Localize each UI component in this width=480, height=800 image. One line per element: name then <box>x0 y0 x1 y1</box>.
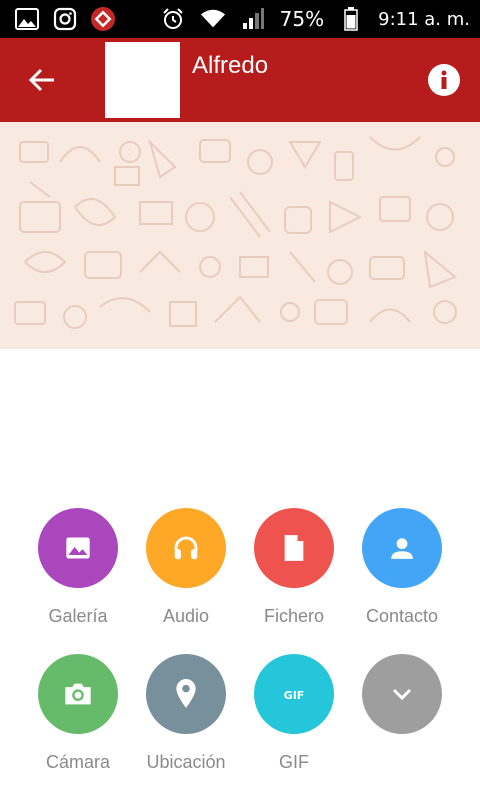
signal-icon <box>240 6 266 32</box>
file-icon <box>284 535 304 561</box>
arrow-left-icon <box>28 68 54 92</box>
instagram-icon <box>52 6 78 32</box>
battery-icon <box>338 6 364 32</box>
chat-area <box>0 122 480 349</box>
wifi-icon <box>200 6 226 32</box>
attach-camera[interactable]: Cámara <box>23 654 133 773</box>
attach-camera-button[interactable] <box>38 654 118 734</box>
gallery-icon <box>14 6 40 32</box>
attach-more-button[interactable] <box>362 654 442 734</box>
app-bar: Alfredo <box>0 38 480 122</box>
attach-gallery[interactable]: Galería <box>23 508 133 627</box>
attach-gif[interactable]: GIF GIF <box>239 654 349 773</box>
image-icon <box>66 537 90 559</box>
attach-audio-button[interactable] <box>146 508 226 588</box>
attach-audio-label: Audio <box>162 606 210 626</box>
camera-icon <box>65 683 91 705</box>
chevron-down-icon <box>392 688 412 701</box>
doodle-background <box>14 136 457 329</box>
clock-time: 9:11 a. m. <box>378 8 470 30</box>
attach-location[interactable]: Ubicación <box>131 654 241 773</box>
attach-gallery-button[interactable] <box>38 508 118 588</box>
alarm-icon <box>160 6 186 32</box>
svg-text:GIF: GIF <box>284 689 305 701</box>
attach-contact[interactable]: Contacto <box>347 508 457 627</box>
attach-gif-label: GIF <box>279 752 309 772</box>
attach-location-label: Ubicación <box>146 752 226 772</box>
attach-more[interactable] <box>347 654 457 734</box>
battery-percent: 75% <box>279 7 325 31</box>
person-icon <box>391 538 413 559</box>
info-button[interactable] <box>428 64 460 96</box>
attach-file[interactable]: Fichero <box>239 508 349 627</box>
status-bar: 75% 9:11 a. m. <box>0 0 480 38</box>
contact-name[interactable]: Alfredo <box>192 52 268 80</box>
attach-gallery-label: Galería <box>48 606 108 626</box>
location-icon <box>176 679 196 708</box>
attach-location-button[interactable] <box>146 654 226 734</box>
attach-camera-label: Cámara <box>45 752 111 772</box>
app-icon <box>90 6 116 32</box>
attachment-panel: Galería Audio Fichero Contacto Cámara Ub… <box>0 349 480 800</box>
attach-contact-button[interactable] <box>362 508 442 588</box>
attach-contact-label: Contacto <box>365 606 439 626</box>
avatar[interactable] <box>105 42 180 118</box>
attach-file-label: Fichero <box>263 606 325 626</box>
gif-icon: GIF <box>284 689 305 701</box>
attach-gif-button[interactable]: GIF <box>254 654 334 734</box>
info-icon <box>441 70 447 89</box>
attach-audio[interactable]: Audio <box>131 508 241 627</box>
back-button[interactable] <box>22 60 62 100</box>
headphones-icon <box>174 536 198 560</box>
attach-file-button[interactable] <box>254 508 334 588</box>
